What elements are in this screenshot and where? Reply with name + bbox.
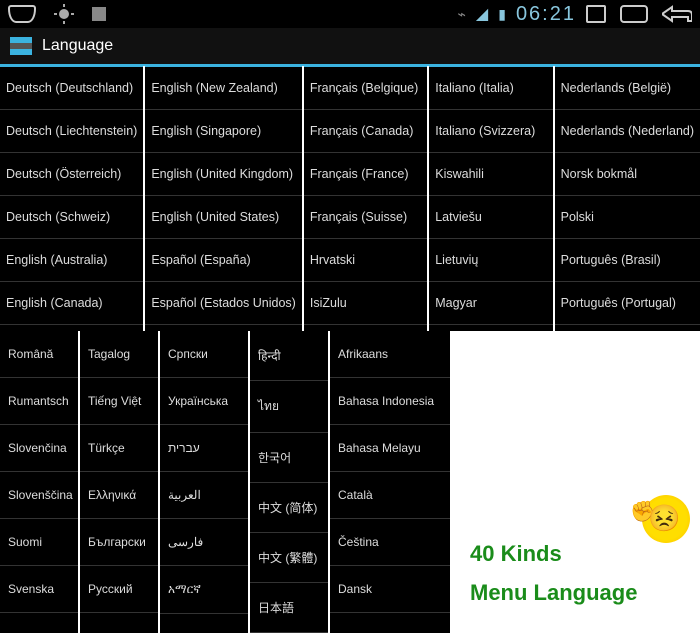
language-column: English (New Zealand)English (Singapore)… xyxy=(145,66,304,331)
settings-icon[interactable] xyxy=(10,37,32,55)
language-item[interactable]: Ελληνικά xyxy=(80,472,158,519)
promo-line1: 40 Kinds xyxy=(470,534,637,574)
language-item[interactable]: 日本語 xyxy=(250,583,328,633)
status-bar: ⌁ ◢ ▮ 06:21 xyxy=(0,0,700,28)
language-item[interactable]: Svenska xyxy=(0,566,78,613)
language-item[interactable]: עברית xyxy=(160,425,248,472)
language-item[interactable]: Bahasa Melayu xyxy=(330,425,450,472)
language-item[interactable]: Norsk bokmål xyxy=(555,153,700,196)
language-item[interactable]: Polski xyxy=(555,196,700,239)
emoji-icon xyxy=(642,495,690,543)
language-item[interactable]: 中文 (繁體) xyxy=(250,533,328,583)
language-item[interactable]: English (Singapore) xyxy=(145,110,302,153)
language-columns-top: Deutsch (Deutschland)Deutsch (Liechtenst… xyxy=(0,66,700,331)
language-item[interactable]: Deutsch (Österreich) xyxy=(0,153,143,196)
statusbar-left-icons xyxy=(8,4,106,24)
language-item[interactable]: Suomi xyxy=(0,519,78,566)
bluetooth-icon: ⌁ xyxy=(457,6,465,23)
nav-buttons xyxy=(586,5,692,23)
language-column: СрпскиУкраїнськаעבריתالعربيةفارسیአማርኛ xyxy=(160,331,250,633)
language-column: Français (Belgique)Français (Canada)Fran… xyxy=(304,66,429,331)
language-columns-bottom: RomânăRumantschSlovenčinaSlovenščinaSuom… xyxy=(0,331,450,633)
language-item[interactable]: English (Australia) xyxy=(0,239,143,282)
language-item[interactable]: አማርኛ xyxy=(160,566,248,614)
language-item[interactable]: Français (Belgique) xyxy=(304,66,427,110)
language-column: हिन्दीไทย한국어中文 (简体)中文 (繁體)日本語 xyxy=(250,331,330,633)
language-item[interactable]: Српски xyxy=(160,331,248,378)
back-icon[interactable] xyxy=(662,5,692,23)
promo-area: 40 Kinds Menu Language xyxy=(450,331,700,633)
language-item[interactable]: Italiano (Italia) xyxy=(429,66,552,110)
signal-icon: ▮ xyxy=(498,6,506,23)
language-item[interactable]: Català xyxy=(330,472,450,519)
home-nav-icon[interactable] xyxy=(620,5,648,23)
page-title: Language xyxy=(42,37,113,55)
language-item[interactable]: Italiano (Svizzera) xyxy=(429,110,552,153)
wifi-icon: ◢ xyxy=(476,4,488,24)
language-item[interactable]: Bahasa Indonesia xyxy=(330,378,450,425)
language-item[interactable]: Tagalog xyxy=(80,331,158,378)
language-item[interactable]: Deutsch (Deutschland) xyxy=(0,66,143,110)
language-item[interactable]: हिन्दी xyxy=(250,331,328,381)
language-item[interactable]: English (Canada) xyxy=(0,282,143,325)
download-icon[interactable] xyxy=(92,7,106,21)
language-item[interactable]: Rumantsch xyxy=(0,378,78,425)
clock: 06:21 xyxy=(516,3,576,26)
language-column: Deutsch (Deutschland)Deutsch (Liechtenst… xyxy=(0,66,145,331)
language-item[interactable]: Deutsch (Schweiz) xyxy=(0,196,143,239)
language-item[interactable]: Hrvatski xyxy=(304,239,427,282)
language-item[interactable]: Lietuvių xyxy=(429,239,552,282)
statusbar-right: ⌁ ◢ ▮ 06:21 xyxy=(457,3,692,26)
language-column: Italiano (Italia)Italiano (Svizzera)Kisw… xyxy=(429,66,554,331)
language-item[interactable]: Kiswahili xyxy=(429,153,552,196)
language-item[interactable]: Türkçe xyxy=(80,425,158,472)
promo-text: 40 Kinds Menu Language xyxy=(470,534,637,613)
language-item[interactable]: Afrikaans xyxy=(330,331,450,378)
language-column: TagalogTiếng ViệtTürkçeΕλληνικάБългарски… xyxy=(80,331,160,633)
language-item[interactable]: Español (Estados Unidos) xyxy=(145,282,302,325)
language-item[interactable]: Dansk xyxy=(330,566,450,613)
language-item[interactable]: Français (Canada) xyxy=(304,110,427,153)
bottom-area: RomânăRumantschSlovenčinaSlovenščinaSuom… xyxy=(0,331,700,633)
language-item[interactable]: Português (Portugal) xyxy=(555,282,700,325)
language-item[interactable]: فارسی xyxy=(160,519,248,566)
language-item[interactable]: English (United Kingdom) xyxy=(145,153,302,196)
language-item[interactable]: ไทย xyxy=(250,381,328,433)
recent-apps-icon[interactable] xyxy=(586,5,606,23)
language-item[interactable]: Deutsch (Liechtenstein) xyxy=(0,110,143,153)
language-item[interactable]: Tiếng Việt xyxy=(80,378,158,425)
brightness-icon[interactable] xyxy=(54,4,74,24)
language-item[interactable]: Français (France) xyxy=(304,153,427,196)
language-item[interactable]: IsiZulu xyxy=(304,282,427,325)
language-item[interactable]: Русский xyxy=(80,566,158,613)
language-item[interactable]: Français (Suisse) xyxy=(304,196,427,239)
home-icon[interactable] xyxy=(8,5,36,23)
language-item[interactable]: English (New Zealand) xyxy=(145,66,302,110)
language-item[interactable]: 한국어 xyxy=(250,433,328,483)
language-item[interactable]: Latviešu xyxy=(429,196,552,239)
language-column: RomânăRumantschSlovenčinaSlovenščinaSuom… xyxy=(0,331,80,633)
language-item[interactable]: 中文 (简体) xyxy=(250,483,328,533)
language-item[interactable]: Română xyxy=(0,331,78,378)
language-column: AfrikaansBahasa IndonesiaBahasa MelayuCa… xyxy=(330,331,450,633)
language-item[interactable]: Български xyxy=(80,519,158,566)
language-item[interactable]: العربية xyxy=(160,472,248,519)
language-item[interactable]: English (United States) xyxy=(145,196,302,239)
language-item[interactable]: Português (Brasil) xyxy=(555,239,700,282)
language-item[interactable]: Slovenščina xyxy=(0,472,78,519)
title-bar: Language xyxy=(0,28,700,66)
language-item[interactable]: Español (España) xyxy=(145,239,302,282)
language-item[interactable]: Українська xyxy=(160,378,248,425)
promo-line2: Menu Language xyxy=(470,573,637,613)
language-item[interactable]: Čeština xyxy=(330,519,450,566)
language-column: Nederlands (België)Nederlands (Nederland… xyxy=(555,66,700,331)
language-item[interactable]: Slovenčina xyxy=(0,425,78,472)
language-item[interactable]: Nederlands (Nederland) xyxy=(555,110,700,153)
language-item[interactable]: Nederlands (België) xyxy=(555,66,700,110)
language-item[interactable]: Magyar xyxy=(429,282,552,325)
